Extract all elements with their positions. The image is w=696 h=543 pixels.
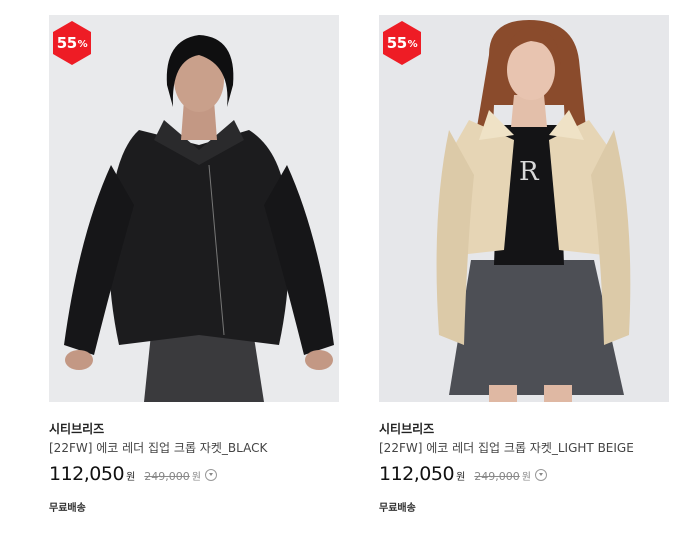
- product-title[interactable]: [22FW] 에코 레더 집업 크롭 자켓_BLACK: [49, 439, 339, 457]
- discount-badge: 55%: [379, 20, 425, 66]
- price-row: 112,050 원 249,000 원: [379, 463, 669, 489]
- sale-price-unit: 원: [126, 472, 136, 483]
- product-image[interactable]: R 55%: [379, 15, 669, 402]
- discount-value: 55: [386, 34, 407, 52]
- discount-badge: 55%: [49, 20, 95, 66]
- discount-value: 55: [56, 34, 77, 52]
- original-price: 249,000: [144, 470, 190, 483]
- brand-name[interactable]: 시티브리즈: [49, 420, 339, 438]
- original-price-unit: 원: [521, 472, 531, 483]
- model-photo: [64, 35, 334, 402]
- shipping-label: 무료배송: [49, 503, 86, 514]
- price-row: 112,050 원 249,000 원: [49, 463, 339, 489]
- sale-price: 112,050: [379, 463, 455, 485]
- original-price: 249,000: [474, 470, 520, 483]
- product-card[interactable]: R 55% 시티브리즈 [22FW] 에코 레더 집업 크롭 자켓_LIGHT …: [379, 15, 669, 514]
- sale-price: 112,050: [49, 463, 125, 485]
- chevron-down-icon[interactable]: [204, 469, 217, 481]
- product-title[interactable]: [22FW] 에코 레더 집업 크롭 자켓_LIGHT BEIGE: [379, 439, 669, 457]
- svg-text:R: R: [519, 157, 540, 187]
- original-price-unit: 원: [191, 472, 201, 483]
- discount-percent: %: [407, 39, 418, 50]
- chevron-down-icon[interactable]: [534, 469, 547, 481]
- sale-price-unit: 원: [456, 472, 466, 483]
- product-image[interactable]: 55%: [49, 15, 339, 402]
- shipping-label: 무료배송: [379, 503, 416, 514]
- discount-percent: %: [77, 39, 88, 50]
- model-photo: R: [436, 20, 631, 402]
- product-card[interactable]: 55% 시티브리즈 [22FW] 에코 레더 집업 크롭 자켓_BLACK 11…: [49, 15, 339, 514]
- brand-name[interactable]: 시티브리즈: [379, 420, 669, 438]
